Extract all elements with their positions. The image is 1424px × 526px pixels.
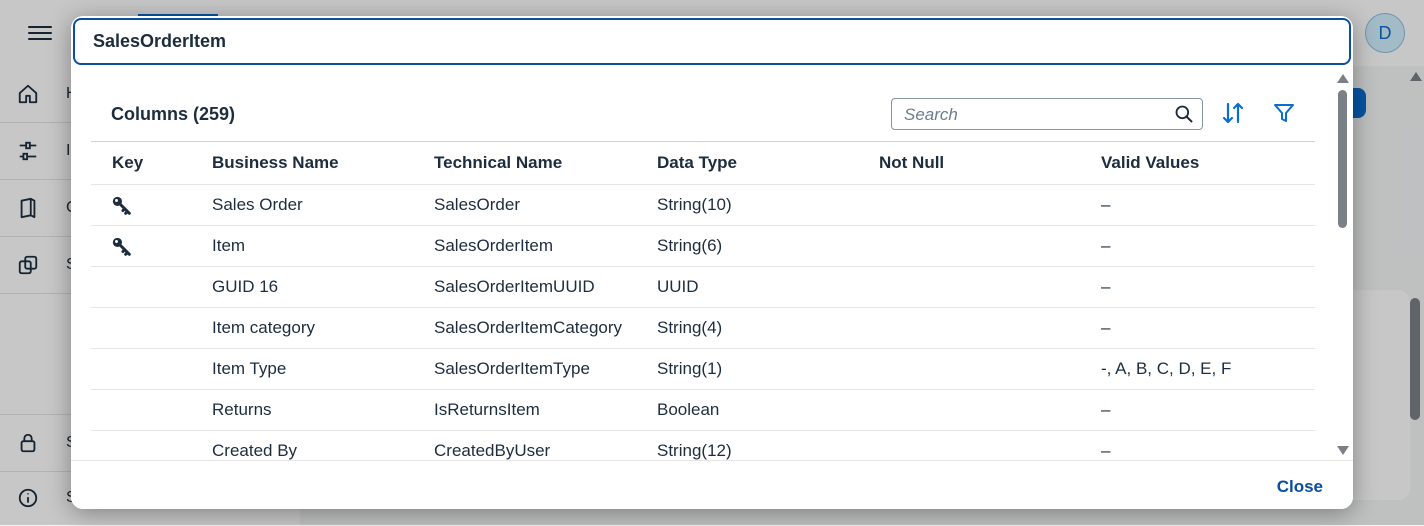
dialog-scroll-down-icon[interactable] [1337,446,1349,455]
dialog-header: SalesOrderItem [73,18,1351,65]
columns-count-title: Columns (259) [111,104,236,124]
sort-button[interactable] [1218,98,1248,128]
dialog-title: SalesOrderItem [93,31,227,51]
cell-business-name: Item [212,236,246,255]
dialog-footer: Close [71,460,1353,509]
cell-data-type: String(6) [657,236,723,255]
cell-technical-name: IsReturnsItem [434,400,540,419]
table-header-row: Key Business Name Technical Name Data Ty… [91,141,1315,185]
cell-technical-name: SalesOrderItemType [434,359,590,378]
search-input[interactable] [902,103,1166,127]
cell-business-name: Created By [212,441,298,460]
cell-business-name: GUID 16 [212,277,279,296]
cell-valid-values: – [1101,441,1111,460]
cell-business-name: Returns [212,400,272,419]
column-header-data-type[interactable]: Data Type [657,153,737,173]
key-icon [112,196,131,215]
column-header-not-null[interactable]: Not Null [879,153,944,173]
cell-data-type: String(1) [657,359,723,378]
cell-technical-name: SalesOrderItemUUID [434,277,595,296]
cell-technical-name: SalesOrderItem [434,236,554,255]
table-row[interactable]: Returns IsReturnsItem Boolean – [91,390,1315,431]
cell-business-name: Item Type [212,359,287,378]
table-row[interactable]: Item Type SalesOrderItemType String(1) -, A… [91,349,1315,390]
filter-icon [1274,104,1294,122]
table-row[interactable]: Item category SalesOrderItemCategory Strin… [91,308,1315,349]
cell-technical-name: SalesOrderItemCategory [434,318,623,337]
close-button[interactable]: Close [1271,476,1329,498]
column-header-key[interactable]: Key [112,153,143,173]
cell-valid-values: – [1101,400,1111,419]
cell-valid-values: – [1101,236,1111,255]
cell-data-type: UUID [657,277,699,296]
cell-technical-name: SalesOrder [434,195,520,214]
cell-technical-name: CreatedByUser [434,441,551,460]
column-header-business-name[interactable]: Business Name [212,153,339,173]
cell-valid-values: -, A, B, C, D, E, F [1101,359,1232,378]
table-row[interactable]: GUID 16 SalesOrderItemUUID UUID – [91,267,1315,308]
table-row[interactable]: Item SalesOrderItem String(6) – [91,226,1315,267]
cell-valid-values: – [1101,277,1111,296]
table-row[interactable]: Created By CreatedByUser String(12) – [91,431,1315,460]
key-icon [112,237,131,256]
table-body: Sales Order SalesOrder String(10) – Item Sale… [91,185,1315,460]
column-header-technical-name[interactable]: Technical Name [434,153,562,173]
cell-valid-values: – [1101,195,1111,214]
dialog-scroll-up-icon[interactable] [1337,74,1349,83]
cell-business-name: Item category [212,318,315,337]
cell-business-name: Sales Order [212,195,303,214]
filter-button[interactable] [1269,98,1299,128]
columns-dialog: SalesOrderItem Columns (259) Key Busines… [71,16,1353,509]
search-field[interactable] [891,98,1203,130]
sort-icon [1222,102,1244,124]
search-icon[interactable] [1174,104,1194,124]
cell-data-type: String(4) [657,318,723,337]
cell-data-type: Boolean [657,400,720,419]
cell-data-type: String(10) [657,195,732,214]
cell-valid-values: – [1101,318,1111,337]
dialog-content: Columns (259) Key Business Name Technica… [91,86,1315,460]
table-row[interactable]: Sales Order SalesOrder String(10) – [91,185,1315,226]
columns-table: Key Business Name Technical Name Data Ty… [91,141,1315,460]
dialog-scrollbar-thumb[interactable] [1338,90,1347,228]
cell-data-type: String(12) [657,441,732,460]
column-header-valid-values[interactable]: Valid Values [1101,153,1199,173]
